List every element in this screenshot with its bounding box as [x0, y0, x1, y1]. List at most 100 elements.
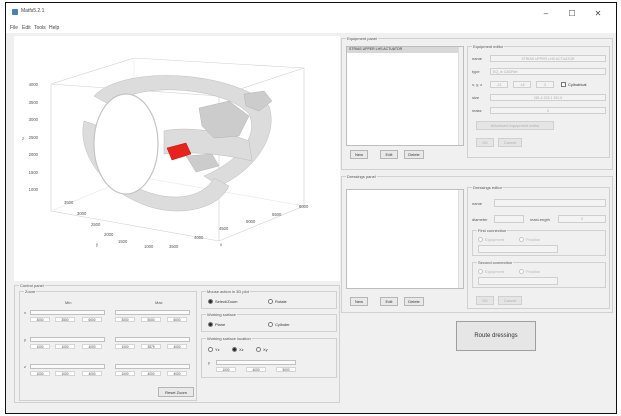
- dressings-delete-button[interactable]: Delete: [404, 297, 424, 306]
- second-connection-field[interactable]: [478, 277, 558, 285]
- equipment-new-button[interactable]: New: [350, 150, 368, 159]
- second-equipment-radio[interactable]: [478, 269, 483, 274]
- equipment-edit-button[interactable]: Edit: [380, 150, 398, 159]
- equipment-xyz-label: x, y, z: [472, 82, 483, 87]
- cylinder-radio[interactable]: [268, 322, 273, 327]
- menu-edit[interactable]: Edit: [22, 25, 31, 31]
- surface-location-title: Working surface location: [206, 336, 252, 341]
- equipment-delete-button[interactable]: Delete: [404, 150, 424, 159]
- plot-3d[interactable]: 4000 3500 3000 2500 2000 1500 1000 z 350…: [14, 36, 340, 281]
- z-max-upper[interactable]: 4000: [167, 371, 187, 376]
- working-surface-title: Working surface: [206, 312, 237, 317]
- plane-label: Plane: [215, 322, 226, 327]
- advanced-equipment-editor-button[interactable]: Advanced equipment editor: [476, 121, 554, 130]
- y-max-upper[interactable]: 4000: [167, 344, 187, 349]
- reset-zoom-button[interactable]: Reset Zoom: [158, 387, 194, 397]
- rotate-radio[interactable]: [268, 299, 273, 304]
- equipment-z-field[interactable]: 3: [536, 81, 554, 88]
- location-lower[interactable]: 1000: [216, 367, 236, 372]
- z-tick: 3000: [29, 117, 39, 122]
- second-position-radio[interactable]: [519, 269, 524, 274]
- xy-radio[interactable]: [256, 347, 261, 352]
- location-upper[interactable]: 5000: [276, 367, 296, 372]
- max-header: Max: [155, 300, 163, 305]
- x-max-upper[interactable]: 6000: [167, 317, 187, 322]
- x-min-slider[interactable]: [30, 310, 105, 315]
- equipment-editor: Equipment editor name STRIAS UPPER LHS A…: [467, 44, 610, 158]
- y-min-upper[interactable]: 4000: [82, 344, 102, 349]
- equipment-list[interactable]: STRIAS UPPER LHS ACTUATOR: [346, 46, 464, 146]
- dressings-edit-button[interactable]: Edit: [380, 297, 398, 306]
- z-max-slider[interactable]: [115, 364, 190, 369]
- y-min-slider[interactable]: [30, 337, 105, 342]
- menu-bar: File Edit Tools Help: [6, 23, 616, 33]
- z-min-upper[interactable]: 4000: [82, 371, 102, 376]
- z-tick: 1500: [29, 170, 39, 175]
- yz-radio[interactable]: [208, 347, 213, 352]
- plane-radio[interactable]: [208, 322, 213, 327]
- z-min-lower[interactable]: 1000: [30, 371, 50, 376]
- x-max-slider[interactable]: [115, 310, 190, 315]
- diameter-field[interactable]: [494, 215, 524, 223]
- dressing-cancel-button[interactable]: Cancel: [498, 296, 522, 305]
- equipment-mass-label: mass: [472, 108, 482, 113]
- equipment-type-select[interactable]: EQ_in CADPart: [490, 68, 606, 75]
- y-tick: 2000: [104, 232, 114, 237]
- menu-tools[interactable]: Tools: [34, 25, 46, 31]
- equipment-cancel-button[interactable]: Cancel: [498, 138, 522, 147]
- maxlength-field[interactable]: 0: [558, 215, 606, 223]
- xz-radio[interactable]: [232, 347, 237, 352]
- equipment-ok-button[interactable]: OK: [476, 138, 494, 147]
- select-zoom-radio[interactable]: [208, 299, 213, 304]
- equipment-type-label: type: [472, 69, 480, 74]
- z-max-lower[interactable]: 1000: [115, 371, 135, 376]
- x-max-lower[interactable]: 3000: [115, 317, 135, 322]
- menu-help[interactable]: Help: [49, 25, 59, 31]
- dressings-list[interactable]: [346, 189, 464, 289]
- dressings-panel: Dressings panel New Edit Delete Dressing…: [341, 174, 613, 313]
- select-zoom-label: Select/Zoom: [215, 299, 238, 304]
- x-max-value[interactable]: 5000: [141, 317, 161, 322]
- equipment-mass-field[interactable]: 0: [490, 107, 606, 114]
- location-slider[interactable]: [216, 360, 296, 365]
- equipment-list-scrollbar[interactable]: [458, 47, 463, 145]
- dressings-list-scrollbar[interactable]: [458, 190, 463, 288]
- y-max-value[interactable]: 3879: [141, 344, 161, 349]
- menu-file[interactable]: File: [10, 25, 18, 31]
- y-max-lower[interactable]: 1000: [115, 344, 135, 349]
- first-position-radio[interactable]: [519, 237, 524, 242]
- location-value[interactable]: 4000: [246, 367, 266, 372]
- first-equipment-radio[interactable]: [478, 237, 483, 242]
- dressing-name-field[interactable]: [494, 199, 606, 207]
- route-dressings-button[interactable]: Route dressings: [456, 321, 536, 351]
- equipment-y-field[interactable]: -16: [513, 81, 531, 88]
- plot-3d-canvas[interactable]: 4000 3500 3000 2500 2000 1500 1000 z 350…: [14, 36, 340, 281]
- z-max-value[interactable]: 4000: [141, 371, 161, 376]
- cylindrical-checkbox[interactable]: [561, 82, 566, 87]
- equipment-size-field[interactable]: 281.4 233.1 292.5: [490, 94, 606, 101]
- close-button[interactable]: ✕: [588, 5, 608, 21]
- maxlength-label: maxLength: [530, 217, 550, 222]
- equipment-panel: Equipment panel STRIAS UPPER LHS ACTUATO…: [341, 36, 613, 170]
- xz-label: Xz: [239, 347, 244, 352]
- y-max-slider[interactable]: [115, 337, 190, 342]
- maximize-button[interactable]: ☐: [562, 5, 582, 21]
- z-min-slider[interactable]: [30, 364, 105, 369]
- equipment-x-field[interactable]: -21: [490, 81, 508, 88]
- x-min-lower[interactable]: 3000: [30, 317, 50, 322]
- zoom-axis-label: z: [24, 364, 26, 369]
- x-min-value[interactable]: 3500: [55, 317, 75, 322]
- equipment-name-field[interactable]: STRIAS UPPER LHS ACTUATOR: [490, 55, 606, 62]
- first-connection-field[interactable]: [478, 245, 558, 253]
- second-connection-title: Second connection: [477, 260, 514, 265]
- x-min-upper[interactable]: 6000: [82, 317, 102, 322]
- minimize-button[interactable]: –: [536, 5, 556, 21]
- mouse-action-group: Mouse action in 3D plot Select/Zoom Rota…: [201, 289, 337, 309]
- y-min-value[interactable]: 1000: [55, 344, 75, 349]
- equipment-list-item[interactable]: STRIAS UPPER LHS ACTUATOR: [347, 47, 458, 53]
- z-min-value[interactable]: 1000: [55, 371, 75, 376]
- z-tick: 1000: [29, 187, 39, 192]
- dressing-ok-button[interactable]: OK: [476, 296, 494, 305]
- dressings-new-button[interactable]: New: [350, 297, 368, 306]
- y-min-lower[interactable]: 1000: [30, 344, 50, 349]
